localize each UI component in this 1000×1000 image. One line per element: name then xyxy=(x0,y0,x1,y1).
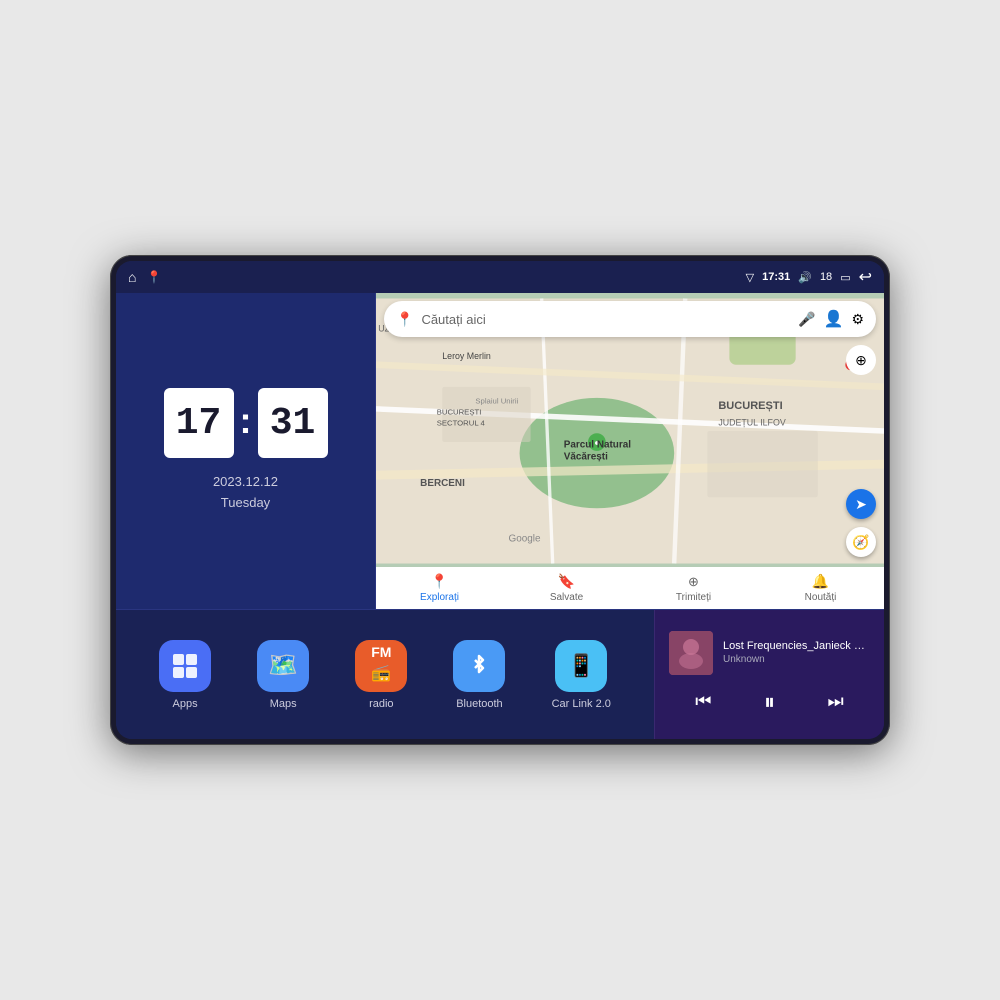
saved-label: Salvate xyxy=(550,592,583,603)
music-thumbnail-image xyxy=(669,631,713,675)
map-nav-send[interactable]: ⊕ Trimiteți xyxy=(630,574,757,603)
next-button[interactable]: ⏭ xyxy=(816,687,856,716)
prev-button[interactable]: ⏮ xyxy=(683,687,723,716)
send-icon: ⊕ xyxy=(688,574,699,590)
svg-text:Parcul Natural: Parcul Natural xyxy=(564,440,632,451)
news-label: Noutăți xyxy=(805,592,837,603)
clock-hour: 17 xyxy=(164,388,234,458)
map-nav-explore[interactable]: 📍 Explorați xyxy=(376,573,503,603)
apps-area: Apps 🗺️ Maps FM 📻 xyxy=(116,610,654,739)
music-artist: Unknown xyxy=(723,654,870,665)
bluetooth-label: Bluetooth xyxy=(456,698,502,710)
music-meta: Lost Frequencies_Janieck Devy-... Unknow… xyxy=(723,640,870,665)
signal-icon: ▽ xyxy=(746,271,754,284)
svg-text:Google: Google xyxy=(509,533,541,544)
carlink-label: Car Link 2.0 xyxy=(552,698,611,710)
device-frame: ⌂ 📍 ▽ 17:31 🔊 18 ▭ ↩ 17 : xyxy=(110,255,890,745)
carlink-icon: 📱 xyxy=(555,640,607,692)
music-info: Lost Frequencies_Janieck Devy-... Unknow… xyxy=(669,631,870,675)
main-area: 17 : 31 2023.12.12 Tuesday xyxy=(116,293,884,739)
clock-colon: : xyxy=(240,400,252,442)
maps-icon: 🗺️ xyxy=(257,640,309,692)
map-widget[interactable]: ● Parcul Natural Văcărești BUCUREȘTI JUD… xyxy=(376,293,884,609)
back-icon[interactable]: ↩ xyxy=(859,267,872,287)
radio-label: radio xyxy=(369,698,393,710)
top-section: 17 : 31 2023.12.12 Tuesday xyxy=(116,293,884,609)
svg-text:BUCUREȘTI: BUCUREȘTI xyxy=(437,407,482,416)
account-icon[interactable]: 👤 xyxy=(824,309,844,329)
svg-text:Splaiul Unirii: Splaiul Unirii xyxy=(475,396,518,405)
map-location-button[interactable]: ⊕ xyxy=(846,345,876,375)
play-pause-button[interactable]: ⏸ xyxy=(752,685,787,719)
device-screen: ⌂ 📍 ▽ 17:31 🔊 18 ▭ ↩ 17 : xyxy=(116,261,884,739)
clock-display: 17 : 31 xyxy=(164,388,328,458)
clock-date: 2023.12.12 Tuesday xyxy=(213,472,278,514)
music-thumbnail xyxy=(669,631,713,675)
music-widget: Lost Frequencies_Janieck Devy-... Unknow… xyxy=(654,610,884,739)
status-bar: ⌂ 📍 ▽ 17:31 🔊 18 ▭ ↩ xyxy=(116,261,884,293)
map-navigate-button[interactable]: ➤ xyxy=(846,489,876,519)
status-left: ⌂ 📍 xyxy=(128,269,161,285)
app-item-carlink[interactable]: 📱 Car Link 2.0 xyxy=(552,640,611,710)
apps-label: Apps xyxy=(173,698,198,710)
map-search-text[interactable]: Căutați aici xyxy=(421,312,790,327)
saved-icon: 🔖 xyxy=(558,573,575,590)
app-item-bluetooth[interactable]: Bluetooth xyxy=(453,640,505,710)
app-item-apps[interactable]: Apps xyxy=(159,640,211,710)
settings-map-icon[interactable]: ⚙ xyxy=(851,311,864,328)
maps-shortcut-icon[interactable]: 📍 xyxy=(146,270,161,284)
svg-text:BUCUREȘTI: BUCUREȘTI xyxy=(718,400,782,412)
music-controls: ⏮ ⏸ ⏭ xyxy=(669,685,870,719)
explore-label: Explorați xyxy=(420,592,459,603)
status-time: 17:31 xyxy=(762,271,790,283)
clock-widget: 17 : 31 2023.12.12 Tuesday xyxy=(116,293,376,609)
svg-text:BERCENI: BERCENI xyxy=(420,478,465,489)
send-label: Trimiteți xyxy=(676,592,711,603)
map-compass-button[interactable]: 🧭 xyxy=(846,527,876,557)
home-icon[interactable]: ⌂ xyxy=(128,269,136,285)
map-nav-news[interactable]: 🔔 Noutăți xyxy=(757,573,884,603)
map-search-icons: 🎤 👤 ⚙ xyxy=(798,309,864,329)
map-nav-saved[interactable]: 🔖 Salvate xyxy=(503,573,630,603)
maps-pin-icon: 📍 xyxy=(396,311,413,328)
svg-text:SECTORUL 4: SECTORUL 4 xyxy=(437,418,486,427)
maps-label: Maps xyxy=(270,698,297,710)
explore-icon: 📍 xyxy=(431,573,448,590)
svg-text:Văcărești: Văcărești xyxy=(564,452,608,463)
status-right: ▽ 17:31 🔊 18 ▭ ↩ xyxy=(746,267,872,287)
bottom-section: Apps 🗺️ Maps FM 📻 xyxy=(116,609,884,739)
bluetooth-icon xyxy=(453,640,505,692)
music-title: Lost Frequencies_Janieck Devy-... xyxy=(723,640,870,652)
app-item-radio[interactable]: FM 📻 radio xyxy=(355,640,407,710)
svg-text:Leroy Merlin: Leroy Merlin xyxy=(442,351,491,361)
news-icon: 🔔 xyxy=(812,573,829,590)
svg-text:JUDEȚUL ILFOV: JUDEȚUL ILFOV xyxy=(718,417,785,427)
battery-icon: ▭ xyxy=(840,271,850,284)
clock-minute: 31 xyxy=(258,388,328,458)
map-search-bar[interactable]: 📍 Căutați aici 🎤 👤 ⚙ xyxy=(384,301,876,337)
battery-level: 18 xyxy=(820,271,832,283)
map-bottom-nav: 📍 Explorați 🔖 Salvate ⊕ Trimiteți 🔔 xyxy=(376,567,884,609)
app-item-maps[interactable]: 🗺️ Maps xyxy=(257,640,309,710)
volume-icon: 🔊 xyxy=(798,271,812,284)
radio-icon: FM 📻 xyxy=(355,640,407,692)
mic-icon[interactable]: 🎤 xyxy=(798,311,815,328)
apps-icon xyxy=(159,640,211,692)
